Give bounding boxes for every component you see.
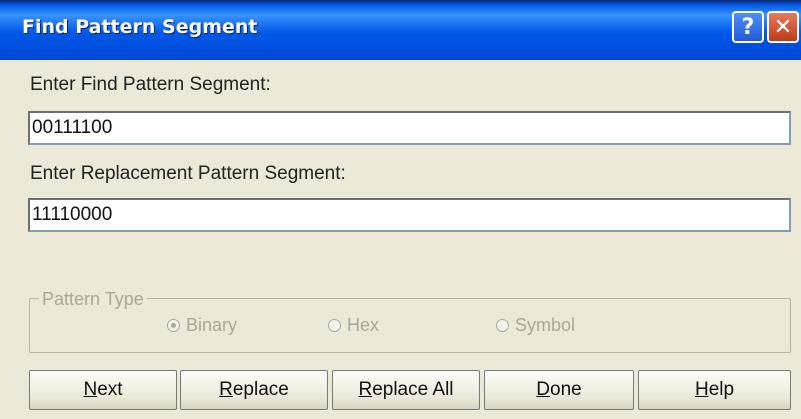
help-title-button[interactable]: ? [732, 11, 764, 43]
radio-unselected-icon [328, 319, 341, 332]
radio-hex-label: Hex [347, 315, 380, 335]
help-mnemonic: H [694, 379, 709, 400]
replacement-pattern-input[interactable]: 11110000 [28, 198, 791, 232]
done-button[interactable]: Done [484, 370, 634, 410]
radio-symbol[interactable]: Symbol [496, 315, 575, 336]
done-mnemonic: D [536, 379, 551, 400]
help-button[interactable]: Help [638, 370, 791, 410]
help-label: elp [708, 379, 735, 400]
radio-symbol-label: Symbol [515, 315, 576, 335]
replace-label-text: eplace [232, 379, 289, 400]
replace-all-button[interactable]: Replace All [332, 370, 480, 410]
replacement-pattern-value: 11110000 [32, 204, 113, 225]
next-mnemonic: N [83, 379, 98, 400]
find-pattern-dialog: Find Pattern Segment ? ✕ Enter Find Patt… [0, 0, 801, 419]
window-title: Find Pattern Segment [22, 16, 258, 38]
replace-label: Enter Replacement Pattern Segment: [30, 163, 346, 184]
question-mark-icon: ? [741, 14, 755, 40]
close-icon: ✕ [773, 14, 793, 40]
find-pattern-input[interactable]: 00111100 [28, 111, 791, 145]
close-button[interactable]: ✕ [767, 11, 799, 43]
next-label: ext [97, 379, 123, 400]
replace-all-mnemonic: R [358, 379, 373, 400]
radio-selected-icon [167, 319, 180, 332]
replace-button[interactable]: Replace [180, 370, 328, 410]
title-bar[interactable]: Find Pattern Segment ? ✕ [0, 0, 801, 60]
find-label: Enter Find Pattern Segment: [30, 74, 271, 95]
find-pattern-value: 00111100 [32, 117, 113, 138]
next-button[interactable]: Next [29, 370, 177, 410]
radio-binary-label: Binary [186, 315, 238, 335]
done-label: one [550, 379, 582, 400]
radio-binary[interactable]: Binary [167, 315, 237, 336]
replace-mnemonic: R [219, 379, 233, 400]
replace-all-label: eplace All [372, 379, 454, 400]
radio-unselected-icon [496, 319, 509, 332]
radio-hex[interactable]: Hex [328, 315, 379, 336]
pattern-type-legend: Pattern Type [39, 289, 147, 310]
